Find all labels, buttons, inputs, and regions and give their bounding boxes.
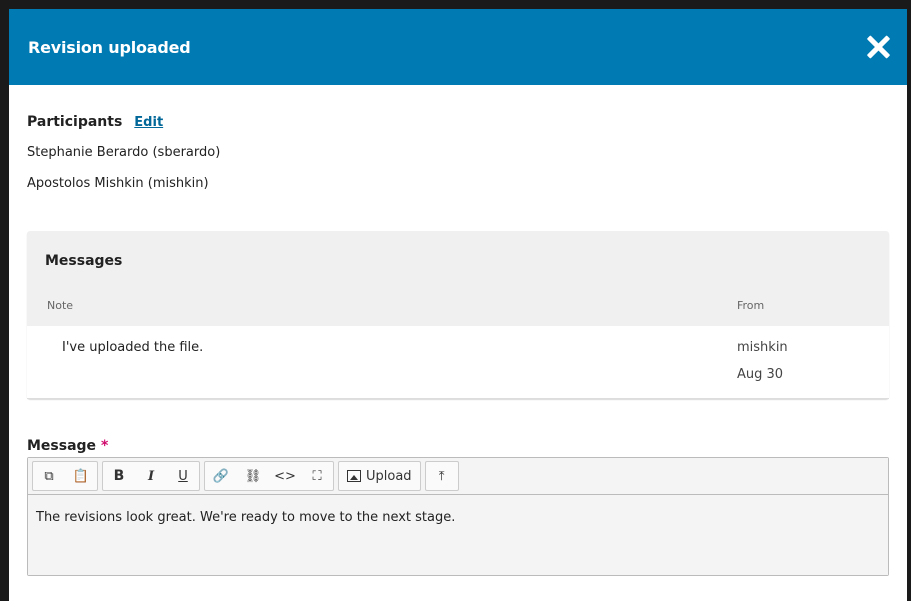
message-from-user: mishkin <box>737 340 788 355</box>
participants-header: Participants Edit <box>27 114 889 130</box>
from-column-header: From <box>737 299 765 312</box>
format-group: B I U <box>102 461 200 491</box>
message-label-text: Message <box>27 438 97 454</box>
underline-button[interactable]: U <box>167 462 199 490</box>
upload-label: Upload <box>366 468 412 484</box>
edit-participants-link[interactable]: Edit <box>134 115 163 130</box>
participant-item: Stephanie Berardo (sberardo) <box>27 145 221 160</box>
italic-button[interactable]: I <box>135 462 167 490</box>
modal-body: Participants Edit Stephanie Berardo (sbe… <box>9 114 907 576</box>
paste-icon[interactable]: 📋 <box>65 462 97 490</box>
participants-heading: Participants <box>27 114 123 130</box>
import-group: ⤒ <box>424 461 459 491</box>
editor-toolbar: ⧉ 📋 B I U 🔗 ⛓ <> ⛶ Upload ⤒ <box>28 458 888 495</box>
modal-title: Revision uploaded <box>28 37 191 57</box>
message-field-label: Message * <box>27 438 889 454</box>
upload-group: Upload <box>338 461 421 491</box>
message-note: I've uploaded the file. <box>62 340 204 355</box>
message-textarea[interactable]: The revisions look great. We're ready to… <box>28 495 888 575</box>
message-editor: ⧉ 📋 B I U 🔗 ⛓ <> ⛶ Upload ⤒ The revision… <box>27 457 889 576</box>
insert-group: 🔗 ⛓ <> ⛶ <box>204 461 334 491</box>
note-column-header: Note <box>47 299 74 312</box>
messages-heading: Messages <box>45 253 123 269</box>
message-from: mishkin Aug 30 <box>737 334 869 388</box>
required-marker: * <box>100 438 109 454</box>
import-icon[interactable]: ⤒ <box>426 462 458 490</box>
message-date: Aug 30 <box>737 367 784 382</box>
link-icon[interactable]: 🔗 <box>205 462 237 490</box>
bold-button[interactable]: B <box>103 462 135 490</box>
image-icon <box>347 470 361 482</box>
unlink-icon[interactable]: ⛓ <box>237 462 269 490</box>
clipboard-group: ⧉ 📋 <box>32 461 98 491</box>
revision-modal: Revision uploaded Participants Edit Step… <box>9 9 907 601</box>
fullscreen-icon[interactable]: ⛶ <box>301 462 333 490</box>
messages-panel: Messages Note From I've uploaded the fil… <box>27 231 889 399</box>
messages-column-headers: Note From <box>27 275 889 326</box>
modal-header: Revision uploaded <box>9 9 907 85</box>
upload-button[interactable]: Upload <box>339 462 420 490</box>
copy-icon[interactable]: ⧉ <box>33 462 65 490</box>
code-icon[interactable]: <> <box>269 462 301 490</box>
participant-item: Apostolos Mishkin (mishkin) <box>27 176 209 191</box>
message-row[interactable]: I've uploaded the file. mishkin Aug 30 <box>27 326 889 399</box>
close-icon[interactable] <box>865 34 891 60</box>
